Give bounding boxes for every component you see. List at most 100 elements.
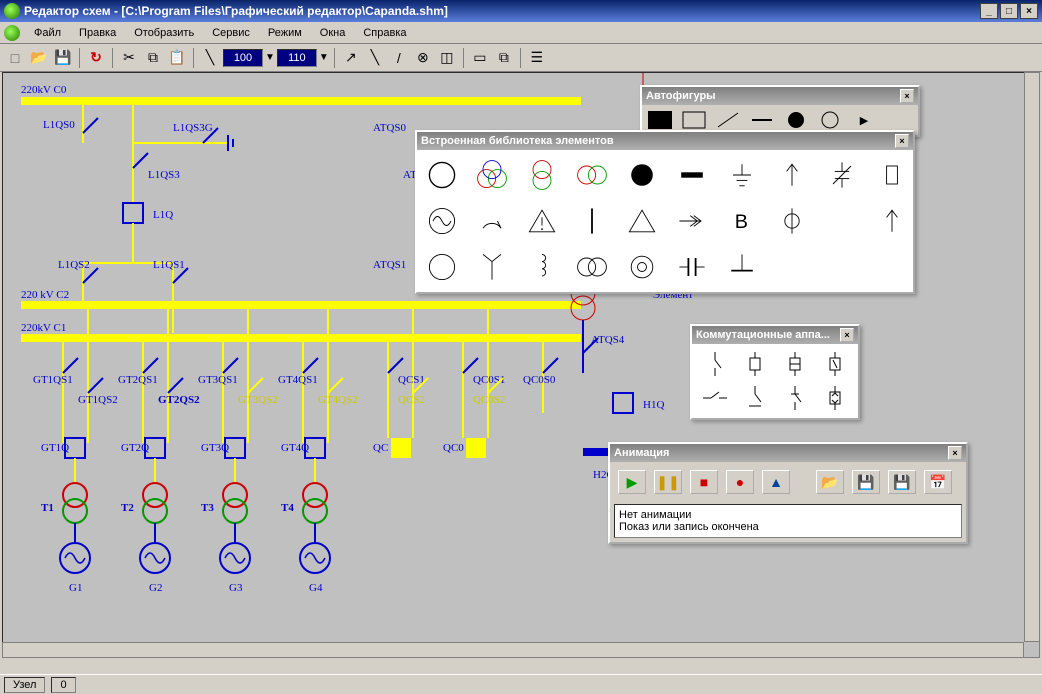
shape-more-icon[interactable]: ▶	[850, 109, 878, 131]
menu-display[interactable]: Отобразить	[126, 25, 202, 41]
switches-panel[interactable]: Коммутационные аппа... ×	[690, 324, 860, 420]
close-button[interactable]: ×	[1020, 3, 1038, 19]
open-anim-button[interactable]: 📂	[816, 470, 844, 494]
lib-arrow-up3[interactable]	[871, 200, 913, 242]
menu-help[interactable]: Справка	[355, 25, 414, 41]
save-all-button[interactable]: 💾	[888, 470, 916, 494]
lib-circle2[interactable]	[421, 246, 463, 288]
switch-box-2[interactable]	[776, 348, 814, 380]
menu-windows[interactable]: Окна	[312, 25, 354, 41]
lib-arrow-up2[interactable]	[871, 154, 913, 196]
app-icon	[4, 3, 20, 19]
lib-cap-horiz[interactable]	[671, 246, 713, 288]
element-tool-button[interactable]	[436, 47, 458, 69]
lib-bar[interactable]	[671, 154, 713, 196]
scale-field-2[interactable]: 110	[277, 49, 317, 67]
lib-circle[interactable]	[421, 154, 463, 196]
lib-arc[interactable]	[471, 200, 513, 242]
switches-close-button[interactable]: ×	[840, 328, 854, 342]
lib-antenna[interactable]	[471, 246, 513, 288]
svg-text:GT4Q: GT4Q	[281, 442, 309, 454]
switch-box-3[interactable]	[816, 348, 854, 380]
save-button[interactable]	[52, 47, 74, 69]
lib-double-arrow[interactable]	[671, 200, 713, 242]
lib-ground[interactable]	[721, 154, 763, 196]
lib-empty4[interactable]	[871, 246, 913, 288]
stop-button[interactable]: ■	[690, 470, 718, 494]
select-tool-button[interactable]	[469, 47, 491, 69]
vertical-scrollbar[interactable]	[1024, 72, 1040, 642]
library-close-button[interactable]: ×	[895, 134, 909, 148]
open-button[interactable]	[28, 47, 50, 69]
lib-capacitor-vert[interactable]	[821, 154, 863, 196]
lib-2circle-horiz[interactable]	[571, 154, 613, 196]
maximize-button[interactable]: □	[1000, 3, 1018, 19]
menu-mode[interactable]: Режим	[260, 25, 310, 41]
minimize-button[interactable]: _	[980, 3, 998, 19]
lib-empty3[interactable]	[821, 246, 863, 288]
lib-triangle[interactable]	[621, 200, 663, 242]
shape-line-diag[interactable]	[714, 109, 742, 131]
shape-circle-outline[interactable]	[816, 109, 844, 131]
eject-button[interactable]: ▲	[762, 470, 790, 494]
play-button[interactable]: ▶	[618, 470, 646, 494]
connector-tool-button[interactable]	[364, 47, 386, 69]
switch-box-arrow[interactable]	[816, 382, 854, 414]
arrow-tool-button[interactable]	[340, 47, 362, 69]
library-panel[interactable]: Встроенная библиотека элементов × B	[415, 130, 915, 294]
transformer-tool-button[interactable]	[412, 47, 434, 69]
lib-b-glyph[interactable]: B	[721, 200, 763, 242]
animation-panel[interactable]: Анимация × ▶ ❚❚ ■ ● ▲ 📂 💾 💾 📅 Нет анимац…	[608, 442, 968, 544]
window-titlebar: Редактор схем - [C:\Program Files\Графич…	[0, 0, 1042, 22]
lib-circle-fill[interactable]	[621, 154, 663, 196]
switch-tool-button[interactable]	[388, 47, 410, 69]
menu-edit[interactable]: Правка	[71, 25, 124, 41]
svg-text:GT3QS1: GT3QS1	[198, 374, 238, 386]
save-anim-button[interactable]: 💾	[852, 470, 880, 494]
duplicate-button[interactable]	[493, 47, 515, 69]
lib-3circle-color[interactable]	[471, 154, 513, 196]
line-tool-button[interactable]	[199, 47, 221, 69]
bus-c2-label: 220 kV С2	[21, 289, 69, 301]
svg-text:GT4QS1: GT4QS1	[278, 374, 318, 386]
svg-text:B: B	[735, 211, 748, 233]
menu-file[interactable]: Файл	[26, 25, 69, 41]
calendar-button[interactable]: 📅	[924, 470, 952, 494]
lib-empty2[interactable]	[771, 246, 813, 288]
lib-inductor[interactable]	[521, 246, 563, 288]
lib-ground2[interactable]	[721, 246, 763, 288]
feeder-gt2: GT2QS1 GT2QS2 GT2Q T2 G2	[118, 309, 200, 594]
cut-button[interactable]	[118, 47, 140, 69]
lib-triangle-warn[interactable]	[521, 200, 563, 242]
shape-circle-fill[interactable]	[782, 109, 810, 131]
shape-rect-fill[interactable]	[646, 109, 674, 131]
properties-button[interactable]	[526, 47, 548, 69]
lib-target[interactable]	[621, 246, 663, 288]
svg-text:T3: T3	[201, 502, 214, 514]
pause-button[interactable]: ❚❚	[654, 470, 682, 494]
switch-open-h[interactable]	[696, 382, 734, 414]
lib-vert-line[interactable]	[571, 200, 613, 242]
lib-2circle-horiz2[interactable]	[571, 246, 613, 288]
lib-2circle-vert[interactable]	[521, 154, 563, 196]
horizontal-scrollbar[interactable]	[2, 642, 1024, 658]
menu-service[interactable]: Сервис	[204, 25, 258, 41]
lib-arrow-up[interactable]	[771, 154, 813, 196]
lib-empty1[interactable]	[821, 200, 863, 242]
autoshapes-close-button[interactable]: ×	[900, 89, 914, 103]
record-button[interactable]: ●	[726, 470, 754, 494]
copy-button[interactable]	[142, 47, 164, 69]
shape-rect-outline[interactable]	[680, 109, 708, 131]
lib-phi[interactable]	[771, 200, 813, 242]
lib-source[interactable]	[421, 200, 463, 242]
shape-line-horiz[interactable]	[748, 109, 776, 131]
switch-disc[interactable]	[776, 382, 814, 414]
switch-ground[interactable]	[736, 382, 774, 414]
switch-box-1[interactable]	[736, 348, 774, 380]
scale-field-1[interactable]: 100	[223, 49, 263, 67]
animation-close-button[interactable]: ×	[948, 446, 962, 460]
switch-open-v[interactable]	[696, 348, 734, 380]
refresh-button[interactable]	[85, 47, 107, 69]
paste-button[interactable]	[166, 47, 188, 69]
new-button[interactable]	[4, 47, 26, 69]
